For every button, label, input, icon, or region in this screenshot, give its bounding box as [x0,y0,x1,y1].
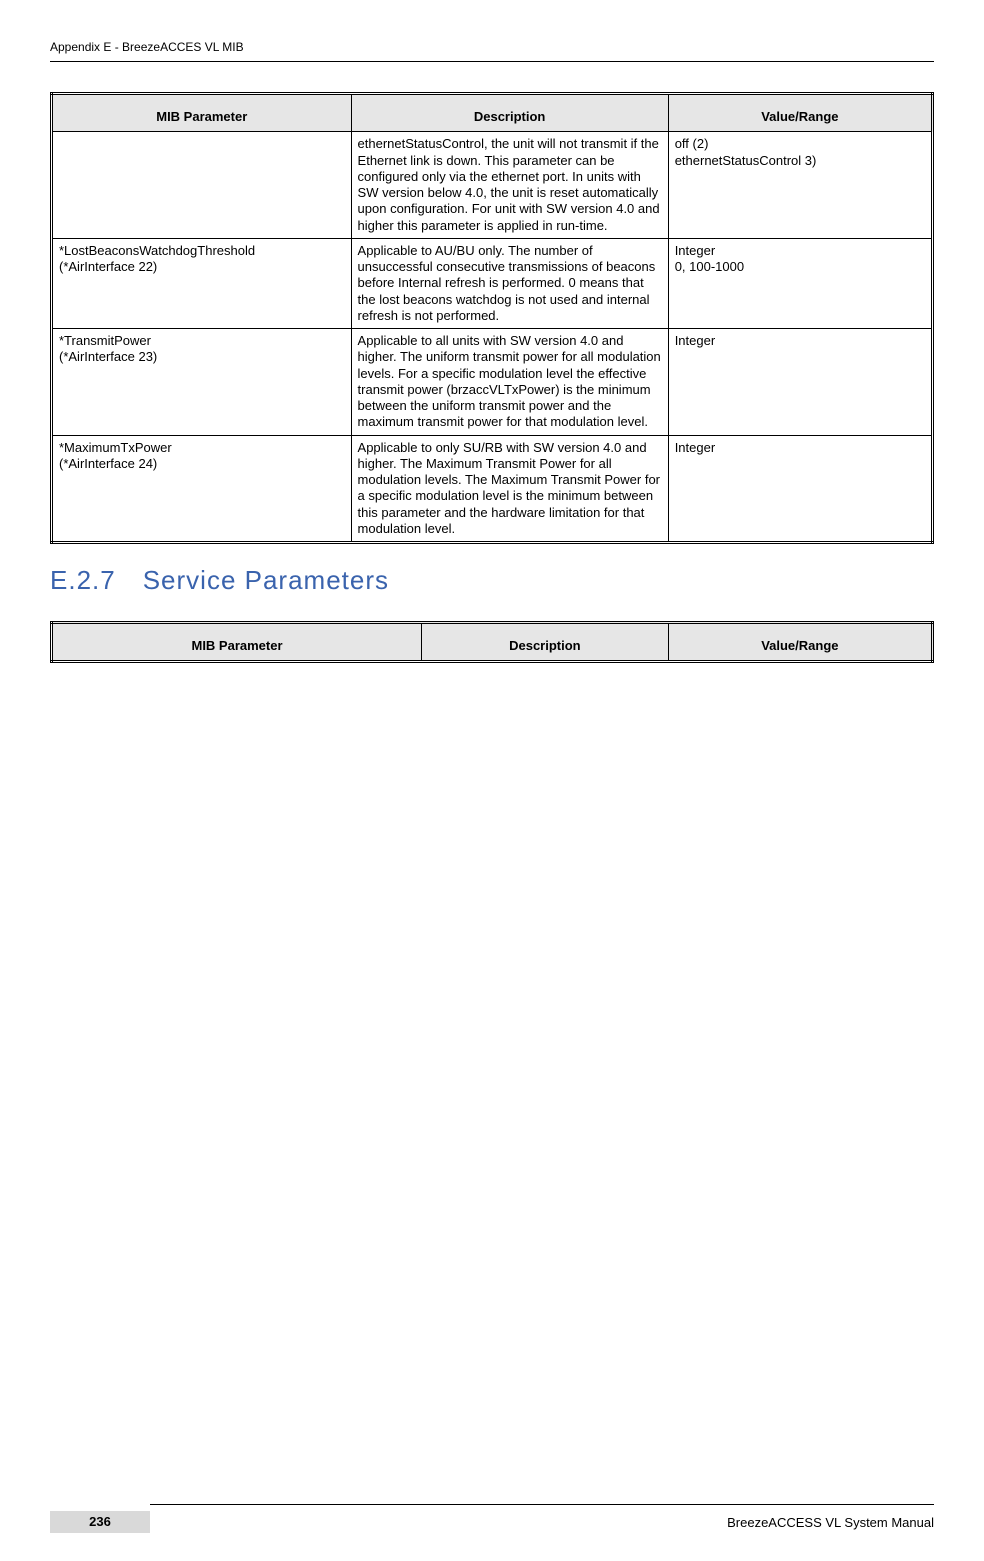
col-header-range: Value/Range [668,94,932,132]
cell-description: Applicable to all units with SW version … [351,329,668,436]
service-parameters-table: MIB Parameter Description Value/Range [50,621,934,663]
cell-description: ethernetStatusControl, the unit will not… [351,132,668,239]
cell-parameter: *LostBeaconsWatchdogThreshold (*AirInter… [52,238,352,328]
col-header-range: Value/Range [668,622,932,661]
table-header-row: MIB Parameter Description Value/Range [52,622,933,661]
running-header: Appendix E - BreezeACCES VL MIB [50,40,934,55]
section-heading: E.2.7 Service Parameters [50,564,934,597]
page-footer: 236 BreezeACCESS VL System Manual [50,1504,934,1533]
cell-description: Applicable to only SU/RB with SW version… [351,435,668,543]
cell-parameter [52,132,352,239]
col-header-parameter: MIB Parameter [52,622,422,661]
col-header-parameter: MIB Parameter [52,94,352,132]
cell-parameter: *MaximumTxPower (*AirInterface 24) [52,435,352,543]
col-header-description: Description [351,94,668,132]
table-row: *MaximumTxPower (*AirInterface 24) Appli… [52,435,933,543]
table-row: ethernetStatusControl, the unit will not… [52,132,933,239]
header-rule [50,61,934,62]
cell-range: Integer [668,329,932,436]
footer-title: BreezeACCESS VL System Manual [727,1515,934,1533]
table-header-row: MIB Parameter Description Value/Range [52,94,933,132]
cell-description: Applicable to AU/BU only. The number of … [351,238,668,328]
cell-range: Integer 0, 100-1000 [668,238,932,328]
cell-range: Integer [668,435,932,543]
cell-parameter: *TransmitPower (*AirInterface 23) [52,329,352,436]
col-header-description: Description [422,622,669,661]
page-number: 236 [50,1511,150,1533]
footer-rule [150,1504,934,1505]
mib-parameters-table: MIB Parameter Description Value/Range et… [50,92,934,544]
table-row: *LostBeaconsWatchdogThreshold (*AirInter… [52,238,933,328]
table-row: *TransmitPower (*AirInterface 23) Applic… [52,329,933,436]
cell-range: off (2) ethernetStatusControl 3) [668,132,932,239]
